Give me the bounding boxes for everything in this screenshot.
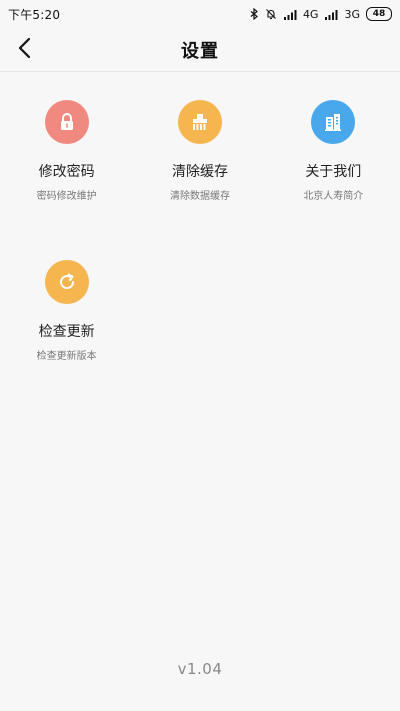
signal-icon — [324, 8, 338, 20]
settings-grid: 修改密码 密码修改维护 清除缓存 清除数据缓存 关于我们 北京人寿简介 检查更新… — [0, 100, 400, 362]
check-update-tile[interactable]: 检查更新 检查更新版本 — [0, 260, 133, 362]
page-title: 设置 — [181, 40, 219, 62]
tile-title: 修改密码 — [38, 164, 95, 180]
app-version: v1.04 — [177, 660, 223, 678]
header-bar: 设置 — [0, 28, 400, 72]
battery-indicator: 48 — [366, 7, 392, 21]
status-time: 下午5:20 — [8, 7, 61, 22]
lock-icon — [44, 100, 89, 144]
network-type-1: 4G — [302, 7, 319, 21]
tile-subtitle: 北京人寿简介 — [303, 191, 364, 202]
bluetooth-icon — [250, 8, 259, 20]
status-indicators: 4G 3G 48 — [250, 7, 392, 21]
network-type-2: 3G — [344, 7, 360, 21]
change-password-tile[interactable]: 修改密码 密码修改维护 — [0, 100, 133, 202]
tile-subtitle: 清除数据缓存 — [169, 191, 230, 202]
back-button[interactable] — [10, 36, 38, 64]
clear-cache-tile[interactable]: 清除缓存 清除数据缓存 — [133, 100, 266, 202]
mute-bell-icon — [265, 8, 277, 20]
tile-title: 清除缓存 — [171, 164, 228, 180]
tile-subtitle: 密码修改维护 — [36, 191, 97, 202]
tile-subtitle: 检查更新版本 — [36, 351, 97, 362]
refresh-icon — [44, 260, 89, 304]
settings-screen: 下午5:20 4G 3G 48 设置 修改密码 密码修改维护 清除缓存 清除数据… — [0, 0, 400, 711]
about-us-tile[interactable]: 关于我们 北京人寿简介 — [267, 100, 400, 202]
building-icon — [311, 100, 356, 144]
brush-icon — [177, 100, 222, 144]
signal-icon-hd — [283, 8, 297, 20]
chevron-left-icon — [17, 37, 31, 63]
status-bar: 下午5:20 4G 3G 48 — [0, 0, 400, 28]
tile-title: 检查更新 — [38, 324, 95, 340]
tile-title: 关于我们 — [305, 164, 362, 180]
